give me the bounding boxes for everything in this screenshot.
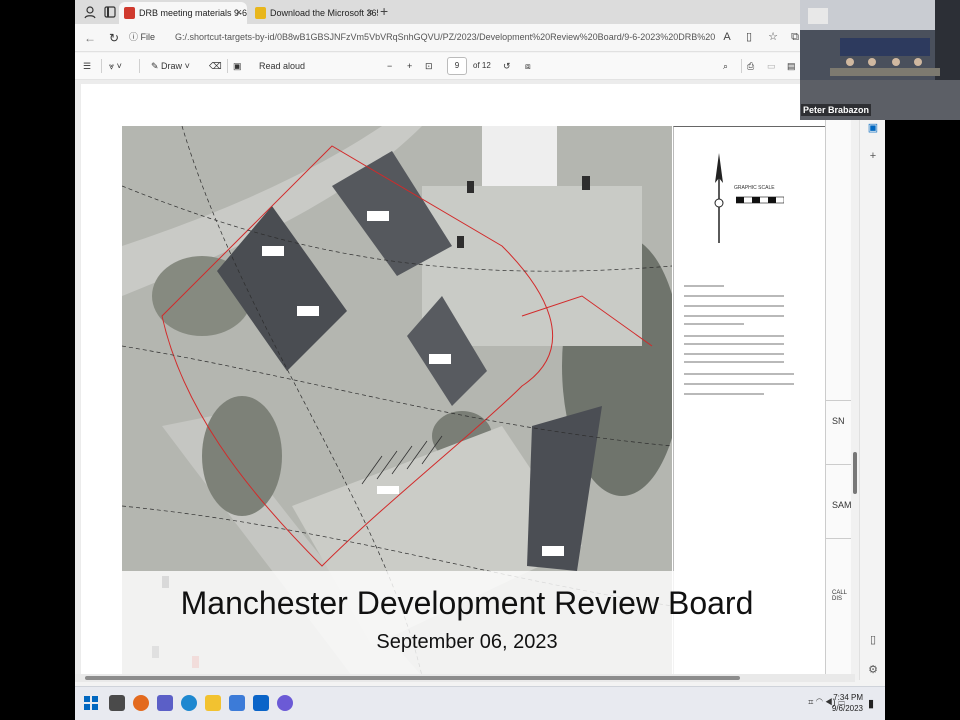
profile-icon[interactable] [83,5,97,19]
vertical-scrollbar[interactable] [851,80,859,680]
scale-bar [736,196,784,204]
page-number-input[interactable]: 9 [447,57,467,75]
draw-label: Draw [161,61,183,71]
wifi-icon[interactable]: ◠ [816,697,823,707]
file-chip-label: File [140,32,156,42]
refresh-icon[interactable]: ↻ [107,31,121,45]
banner-title: Manchester Development Review Board [180,585,754,621]
notification-icon[interactable]: ▮ [868,697,874,710]
draw-button[interactable]: ✎ Draw ˅ [151,59,190,73]
page-view-icon[interactable]: ⧈ [525,59,531,73]
file-chip[interactable]: ⓘ File [129,30,155,43]
scrollbar-thumb[interactable] [85,676,740,680]
network-icon[interactable]: ⌗ [808,697,813,707]
teams-icon[interactable] [157,695,173,711]
rotate-icon[interactable]: ↺ [503,59,511,73]
meeting-title-banner: Manchester Development Review Board Sept… [122,571,812,674]
sidebar-toggle-icon[interactable]: ▯ [867,634,879,646]
graphic-scale-label: GRAPHIC SCALE [734,185,775,191]
video-feed: Peter Brabazon [800,0,960,120]
settings-icon[interactable]: ⚙ [867,664,879,676]
highlight-icon[interactable]: ⩔ ˅ [109,59,122,73]
tab-drb-materials[interactable]: DRB meeting materials 9-6-23.p × [119,2,247,24]
tab-strip: DRB meeting materials 9-6-23.p × Downloa… [75,0,885,24]
meeting-room-video [800,0,960,120]
tab-title: Download the Microsoft 365 Mo [270,8,378,18]
mail-icon[interactable] [253,695,269,711]
clock-time: 7:34 PM [833,693,863,702]
outlook-icon[interactable]: ▣ [867,122,879,134]
save-as-icon[interactable]: ▤ [787,59,796,73]
side-label: SAM [832,500,852,510]
favorites-icon[interactable]: ☆ [767,31,779,43]
task-view-icon[interactable] [109,695,125,711]
taskbar: ⌗ ◠ ◀) ▭ 7:34 PM 9/6/2023 ▮ [75,686,885,720]
save-icon[interactable]: ▭ [767,59,776,73]
edge-icon[interactable] [181,695,197,711]
participant-name: Peter Brabazon [801,104,872,116]
fit-page-icon[interactable]: ⊡ [425,59,433,73]
read-aloud-button[interactable]: Read aloud [259,59,305,73]
pdf-icon [124,7,135,19]
back-arrow-icon[interactable]: ← [83,31,97,45]
side-label: SN [832,416,845,426]
url-field[interactable]: G:/.shortcut-targets-by-id/0B8wB1GBSJNFz… [175,32,715,42]
add-icon[interactable]: + [867,150,879,162]
pdf-toolbar: ☰ ⩔ ˅ ✎ Draw ˅ ⌫ ▣ Read aloud − + ⊡ 9 of… [75,53,885,80]
clock-date: 9/6/2023 [831,704,863,713]
address-bar-row: ← ↻ ⓘ File G:/.shortcut-targets-by-id/0B… [75,24,885,52]
pen-icon: ✎ [151,61,162,71]
tab-actions-icon[interactable] [103,5,117,19]
north-arrow-icon [714,153,724,243]
erase-icon[interactable]: ⌫ [209,59,222,73]
zoom-in-button[interactable]: + [407,59,412,73]
page-total: of 12 [473,61,491,70]
close-icon[interactable]: × [236,2,242,24]
browser-window: DRB meeting materials 9-6-23.p × Downloa… [75,0,885,720]
split-screen-icon[interactable]: ▯ [743,31,755,43]
horizontal-scrollbar[interactable] [75,674,855,682]
tab-microsoft-365[interactable]: Download the Microsoft 365 Mo × [250,2,378,24]
text-icon[interactable]: ▣ [233,59,242,73]
scrollbar-thumb[interactable] [853,452,857,494]
weather-icon[interactable] [133,695,149,711]
search-icon[interactable]: ⌕ [723,59,728,73]
banner-date: September 06, 2023 [376,631,558,653]
read-mode-icon[interactable]: A [721,31,733,43]
zoom-out-button[interactable]: − [387,59,392,73]
app-icon[interactable] [277,695,293,711]
clock[interactable]: 7:34 PM 9/6/2023 [827,692,863,714]
start-icon[interactable] [83,695,99,711]
office-icon [255,7,266,19]
file-explorer-icon[interactable] [205,695,221,711]
store-icon[interactable] [229,695,245,711]
contents-icon[interactable]: ☰ [83,59,91,73]
new-tab-button[interactable]: + [380,3,388,19]
print-icon[interactable]: ⎙ [747,59,754,73]
close-icon[interactable]: × [367,2,373,24]
tab-title: DRB meeting materials 9-6-23.p [139,8,247,18]
info-icon: ⓘ [129,32,141,42]
edge-sidebar: ▣ + ▯ ⚙ [859,80,885,680]
